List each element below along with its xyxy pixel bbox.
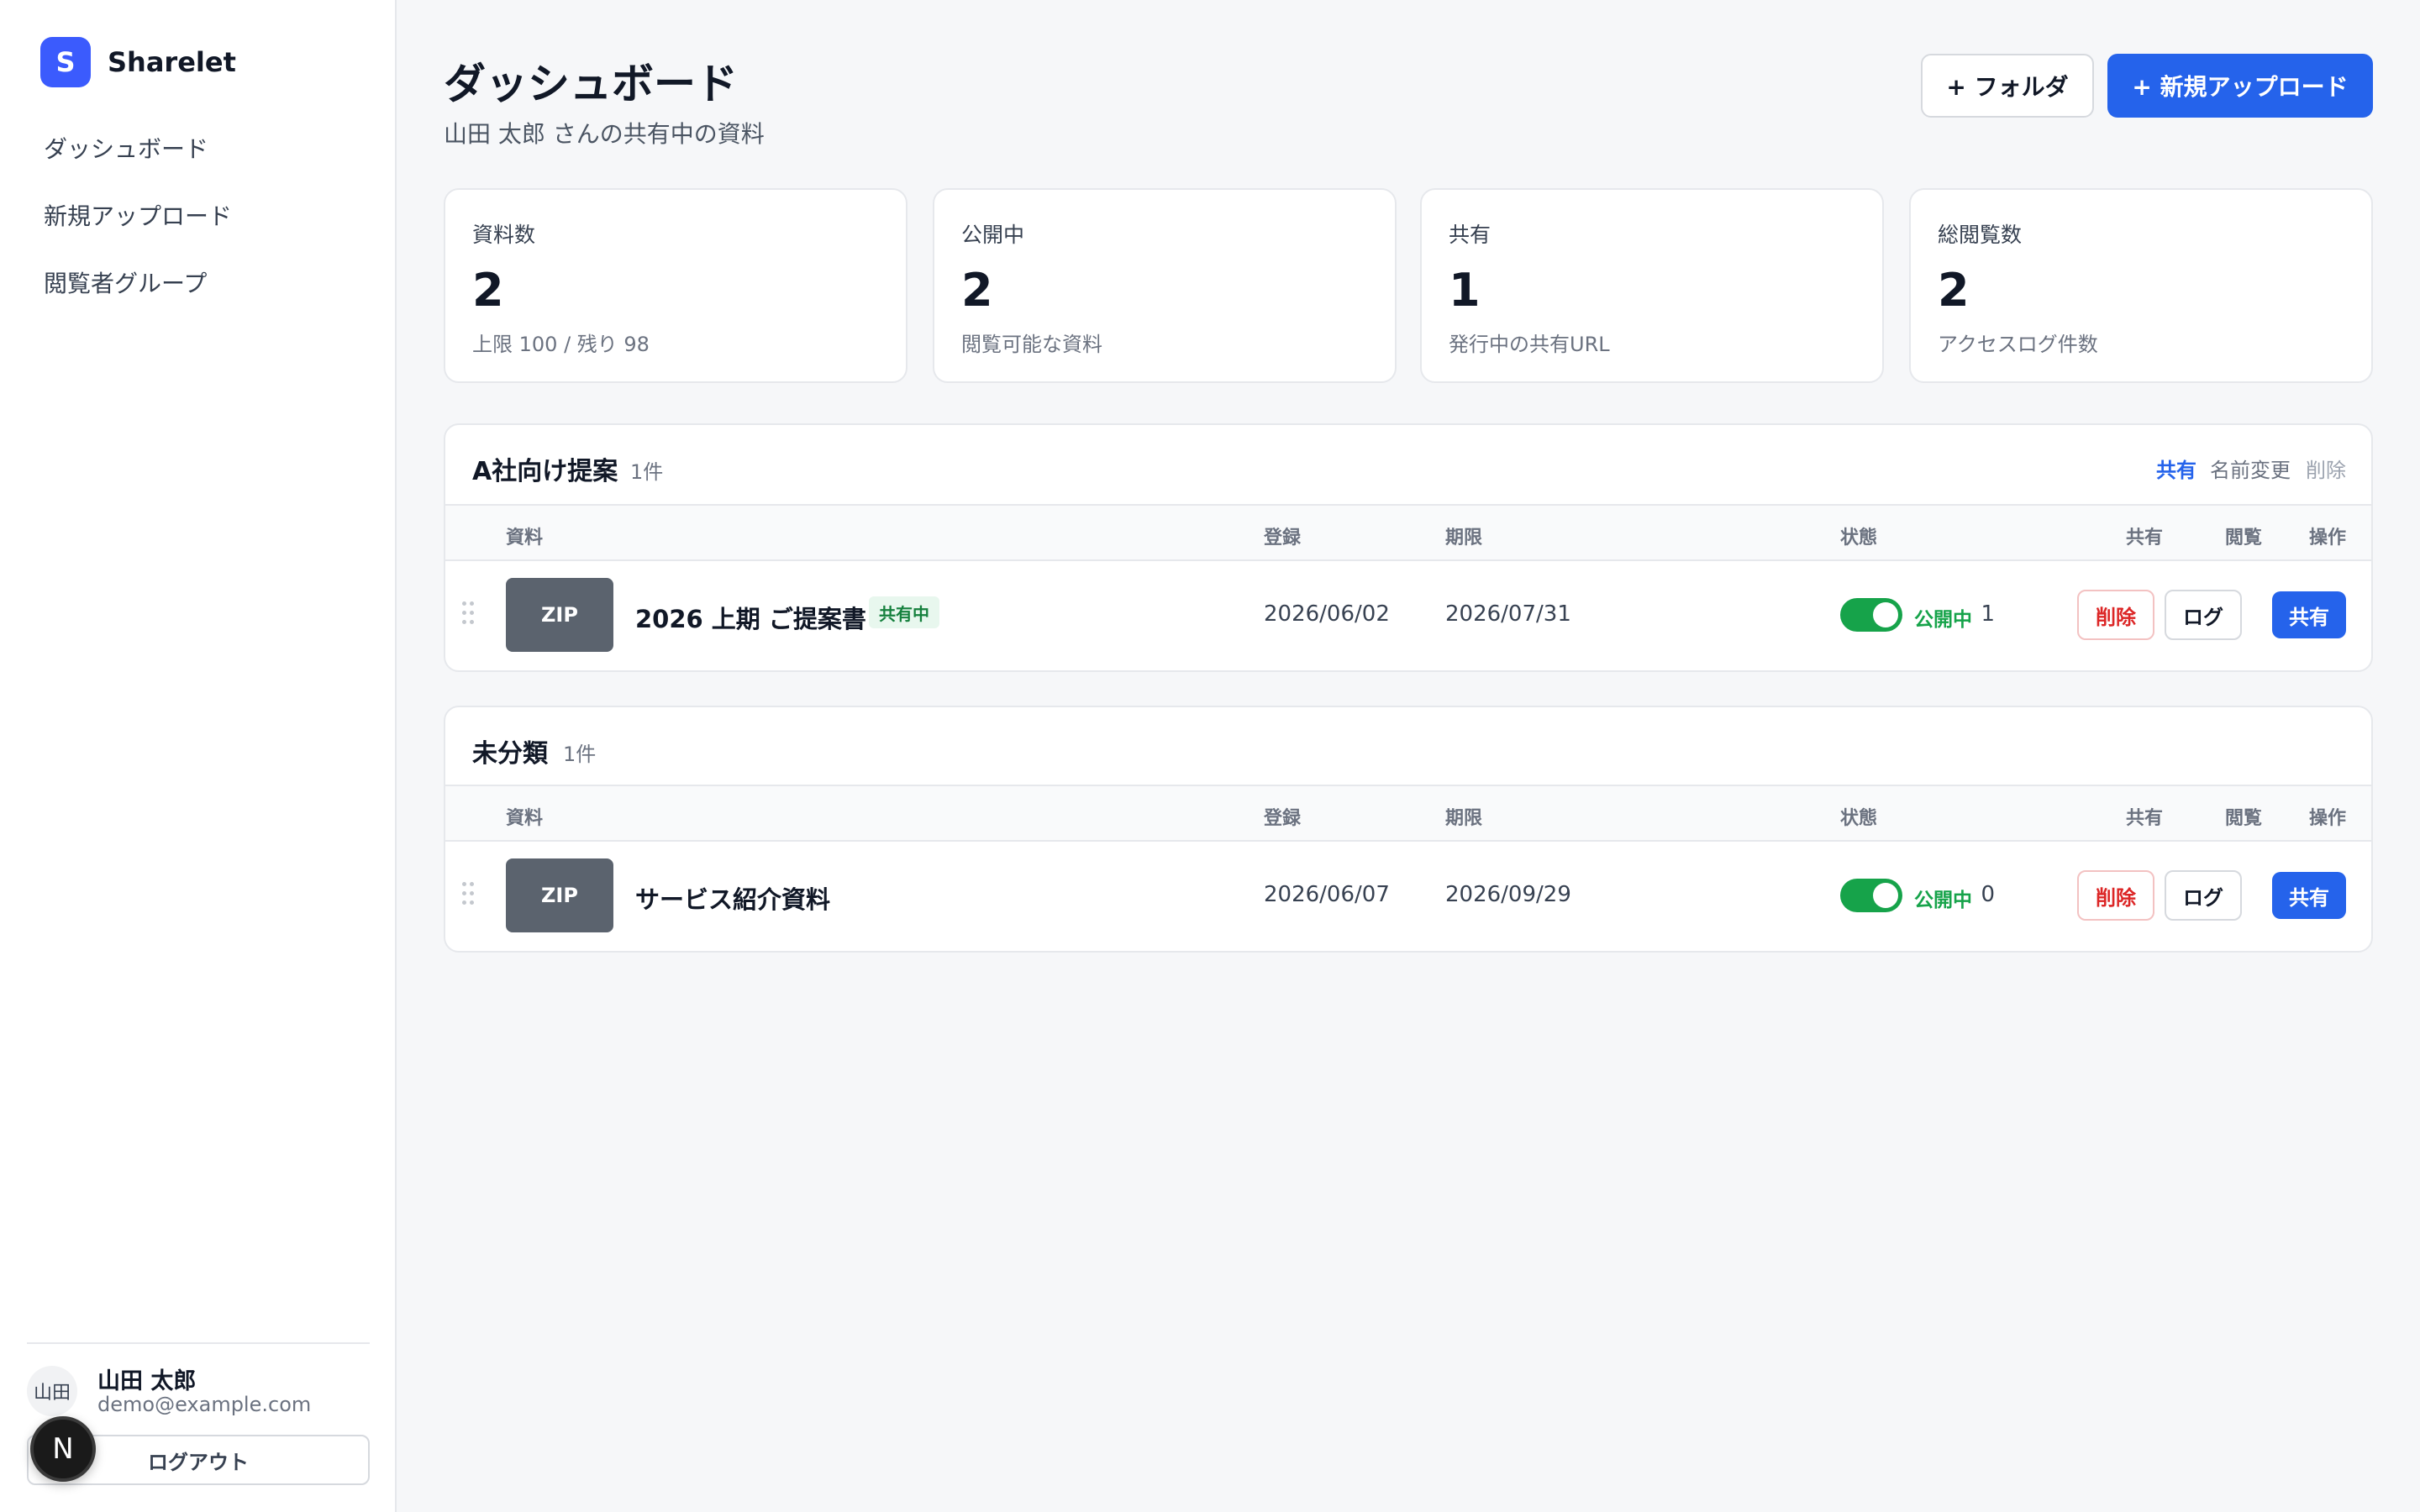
zip-file-icon: ZIP xyxy=(506,578,613,652)
status-badge: 共有中 xyxy=(869,596,939,628)
user-email: demo@example.com xyxy=(97,1393,312,1416)
expires-date: 2026/09/29 xyxy=(1445,882,1571,907)
col-status: 状態 xyxy=(1840,808,1878,829)
status-text: 公開中 xyxy=(1914,609,1972,631)
folder-header: A社向け提案 1件 共有 名前変更 削除 xyxy=(445,425,2371,506)
brand-logo-icon: S xyxy=(40,37,91,87)
sidebar-item-dashboard[interactable]: ダッシュボード xyxy=(44,128,232,195)
folder-card-a-proposal: A社向け提案 1件 共有 名前変更 削除 資料 登録 期限 共有 閲覧 状態 操… xyxy=(444,423,2373,672)
col-doc: 資料 xyxy=(506,528,544,549)
stat-label: 公開中 xyxy=(961,223,1025,247)
publish-toggle[interactable] xyxy=(1840,879,1902,912)
col-actions: 操作 xyxy=(2308,808,2346,829)
col-views: 閲覧 xyxy=(2224,808,2262,829)
stat-note: 閲覧可能な資料 xyxy=(961,333,1102,356)
sidebar-item-upload[interactable]: 新規アップロード xyxy=(44,195,232,262)
stat-label: 資料数 xyxy=(472,223,536,247)
folder-count: 1件 xyxy=(630,460,664,484)
table-header: 資料 登録 期限 共有 閲覧 状態 操作 xyxy=(445,506,2371,561)
delete-button[interactable]: 削除 xyxy=(2077,870,2154,921)
sidebar-divider xyxy=(27,1342,370,1344)
folder-share-link[interactable]: 共有 xyxy=(2156,454,2196,483)
page-subtitle: 山田 太郎 さんの共有中の資料 xyxy=(444,120,765,148)
folder-card-uncategorized: 未分類 1件 資料 登録 期限 共有 閲覧 状態 操作 ZIP サービス紹介資料… xyxy=(444,706,2373,953)
brand-name: Sharelet xyxy=(108,46,236,78)
sidebar-item-viewer-groups[interactable]: 閲覧者グループ xyxy=(44,262,232,329)
table-header: 資料 登録 期限 共有 閲覧 状態 操作 xyxy=(445,786,2371,842)
folder-count: 1件 xyxy=(563,743,597,766)
dev-tools-icon[interactable]: N xyxy=(30,1416,96,1482)
zip-file-icon: ZIP xyxy=(506,858,613,932)
stat-card-shares: 共有 1 発行中の共有URL xyxy=(1420,188,1884,383)
brand[interactable]: S Sharelet xyxy=(40,37,236,87)
status-text: 公開中 xyxy=(1914,890,1972,911)
doc-title[interactable]: 2026 上期 ご提案書 xyxy=(635,600,866,635)
col-status: 状態 xyxy=(1840,528,1878,549)
new-upload-button[interactable]: + 新規アップロード xyxy=(2107,54,2373,118)
folder-name: 未分類 xyxy=(472,739,548,769)
stat-value: 2 xyxy=(1938,264,1970,317)
stat-note: 発行中の共有URL xyxy=(1449,333,1610,356)
sidebar: S Sharelet ダッシュボード 新規アップロード 閲覧者グループ 山田 山… xyxy=(0,0,397,1512)
share-button[interactable]: 共有 xyxy=(2272,872,2346,919)
folder-name: A社向け提案 xyxy=(472,457,618,486)
publish-toggle[interactable] xyxy=(1840,598,1902,632)
user-name: 山田 太郎 xyxy=(97,1368,197,1394)
expires-date: 2026/07/31 xyxy=(1445,601,1571,627)
col-shares: 共有 xyxy=(2125,528,2163,549)
stat-value: 2 xyxy=(961,264,993,317)
share-button[interactable]: 共有 xyxy=(2272,591,2346,638)
doc-title[interactable]: サービス紹介資料 xyxy=(635,880,830,916)
stat-label: 共有 xyxy=(1449,223,1491,247)
registered-date: 2026/06/07 xyxy=(1264,882,1390,907)
stat-note: アクセスログ件数 xyxy=(1938,333,2098,356)
col-expires: 期限 xyxy=(1445,528,1483,549)
log-button[interactable]: ログ xyxy=(2165,870,2242,921)
col-doc: 資料 xyxy=(506,808,544,829)
stat-value: 1 xyxy=(1449,264,1481,317)
registered-date: 2026/06/02 xyxy=(1264,601,1390,627)
sidebar-nav: ダッシュボード 新規アップロード 閲覧者グループ xyxy=(44,128,232,329)
col-expires: 期限 xyxy=(1445,808,1483,829)
add-folder-button[interactable]: + フォルダ xyxy=(1921,54,2094,118)
folder-delete-link[interactable]: 削除 xyxy=(2306,454,2346,483)
stat-card-views: 総閲覧数 2 アクセスログ件数 xyxy=(1909,188,2373,383)
stat-note: 上限 100 / 残り 98 xyxy=(472,333,650,356)
col-registered: 登録 xyxy=(1264,528,1302,549)
page-title: ダッシュボード xyxy=(444,60,738,108)
log-button[interactable]: ログ xyxy=(2165,590,2242,640)
stat-value: 2 xyxy=(472,264,504,317)
avatar: 山田 xyxy=(27,1366,77,1416)
col-views: 閲覧 xyxy=(2224,528,2262,549)
col-registered: 登録 xyxy=(1264,808,1302,829)
col-shares: 共有 xyxy=(2125,808,2163,829)
col-actions: 操作 xyxy=(2308,528,2346,549)
stat-label: 総閲覧数 xyxy=(1938,223,2023,247)
table-row[interactable]: ZIP 2026 上期 ご提案書 共有中 2026/06/02 2026/07/… xyxy=(445,561,2371,669)
folder-rename-link[interactable]: 名前変更 xyxy=(2210,454,2291,483)
drag-handle-icon[interactable] xyxy=(462,601,476,627)
stat-card-public: 公開中 2 閲覧可能な資料 xyxy=(933,188,1397,383)
delete-button[interactable]: 削除 xyxy=(2077,590,2154,640)
table-row[interactable]: ZIP サービス紹介資料 2026/06/07 2026/09/29 0 0 公… xyxy=(445,842,2371,949)
drag-handle-icon[interactable] xyxy=(462,882,476,907)
stat-card-documents: 資料数 2 上限 100 / 残り 98 xyxy=(444,188,908,383)
folder-header: 未分類 1件 xyxy=(445,707,2371,786)
